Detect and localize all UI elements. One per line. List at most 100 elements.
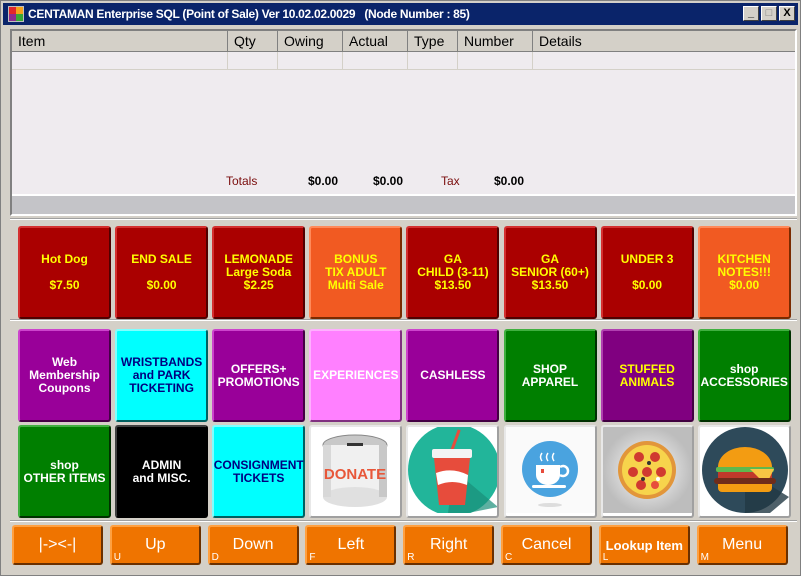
pos-window: CENTAMAN Enterprise SQL (Point of Sale) … xyxy=(0,0,801,576)
divider xyxy=(10,520,797,522)
button-label-line: APPAREL xyxy=(521,374,579,389)
lemonade-large-soda-2-25-button[interactable]: LEMONADE Large Soda $2.25 xyxy=(212,226,306,319)
button-label-line: $7.50 xyxy=(49,278,80,292)
button-label-line: and MISC. xyxy=(132,470,191,485)
button-label-line: ACCESSORIES xyxy=(700,374,788,389)
app-logo-icon xyxy=(8,6,24,22)
grid-header: Item Qty Owing Actual Type Number Detail… xyxy=(12,31,795,52)
lookup-item-button[interactable]: Lookup Item L xyxy=(598,525,690,565)
button-label-line: CASHLESS xyxy=(420,368,486,382)
button-label-line: $13.50 xyxy=(531,278,569,292)
nav-button-label: Cancel xyxy=(521,536,572,553)
hotkey-hint: R xyxy=(407,552,415,563)
divider xyxy=(10,218,797,220)
empty-grid-row[interactable] xyxy=(12,52,795,70)
column-header-details[interactable]: Details xyxy=(533,31,795,52)
hotkey-hint: D xyxy=(211,552,219,563)
totals-label: Totals xyxy=(226,174,258,188)
coffee-cup-icon xyxy=(505,427,595,516)
stuffed-animals-button[interactable]: STUFFED ANIMALS xyxy=(600,329,694,422)
button-label-line: EXPERIENCES xyxy=(313,368,399,382)
nav-button-label: Left xyxy=(337,536,365,553)
nav-button-label: Menu xyxy=(722,536,763,553)
pizza-button[interactable] xyxy=(600,425,694,518)
kitchen-notes-0-00-button[interactable]: KITCHEN NOTES!!! $0.00 xyxy=(697,226,791,319)
column-header-type[interactable]: Type xyxy=(408,31,458,52)
button-label-line: shop xyxy=(729,361,759,376)
nav-button-label: Down xyxy=(232,536,274,553)
close-button[interactable]: X xyxy=(779,6,795,21)
menu-button[interactable]: Menu M xyxy=(696,525,788,565)
window-title: CENTAMAN Enterprise SQL (Point of Sale) … xyxy=(28,7,470,21)
soda-cup-icon xyxy=(408,427,498,516)
button-label-line: CONSIGNMENT xyxy=(213,457,304,472)
button-label-line: ADMIN xyxy=(141,457,182,472)
coffee-cup-button[interactable] xyxy=(503,425,597,518)
button-label-line: Coupons xyxy=(38,381,91,395)
bonus-tix-adult-multi-sale-button[interactable]: BONUS TIX ADULT Multi Sale xyxy=(309,226,403,319)
button-label-line: $13.50 xyxy=(434,278,472,292)
hotkey-hint: U xyxy=(113,552,122,563)
left-button[interactable]: Left F xyxy=(305,525,397,565)
down-button[interactable]: Down D xyxy=(207,525,299,565)
donate-can-icon: DONATE xyxy=(311,427,400,516)
button-label-line: PROMOTIONS xyxy=(217,374,300,389)
column-header-actual[interactable]: Actual xyxy=(343,31,408,52)
button-label-line: Multi Sale xyxy=(327,278,384,292)
hotkey-hint: C xyxy=(505,552,513,563)
donate-can-button[interactable]: DONATE xyxy=(309,425,403,518)
tax-label: Tax xyxy=(441,174,460,188)
column-header-number[interactable]: Number xyxy=(458,31,533,52)
burger-button[interactable] xyxy=(697,425,791,518)
sale-items-grid[interactable]: Item Qty Owing Actual Type Number Detail… xyxy=(10,29,797,216)
button-label-line: $0.00 xyxy=(729,278,760,292)
svg-text:DONATE: DONATE xyxy=(324,466,386,483)
button-label-line: ANIMALS xyxy=(619,374,675,389)
button-label-line: $2.25 xyxy=(243,278,274,292)
wristbands-and-park-ticketing-button[interactable]: WRISTBANDS and PARK TICKETING xyxy=(115,329,209,422)
divider xyxy=(10,319,797,321)
offers-promotions-button[interactable]: OFFERS+ PROMOTIONS xyxy=(212,329,306,422)
button-label-line: $0.00 xyxy=(632,278,663,292)
tax-value: $0.00 xyxy=(494,174,525,188)
total-actual: $0.00 xyxy=(373,174,404,188)
consignment-tickets-button[interactable]: CONSIGNMENT TICKETS xyxy=(212,425,306,518)
grid-footer xyxy=(12,194,795,214)
pizza-icon xyxy=(602,427,692,516)
button-label-line: $0.00 xyxy=(146,278,177,292)
admin-and-misc-button[interactable]: ADMIN and MISC. xyxy=(115,425,209,518)
ga-senior-60-13-50-button[interactable]: GA SENIOR (60+) $13.50 xyxy=(503,226,597,319)
maximize-button[interactable]: □ xyxy=(761,6,777,21)
button-label-line: OTHER ITEMS xyxy=(23,470,106,485)
total-owing: $0.00 xyxy=(308,174,339,188)
totals-row: Totals $0.00 $0.00 Tax $0.00 xyxy=(12,174,795,192)
shop-accessories-button[interactable]: shop ACCESSORIES xyxy=(697,329,791,422)
hot-dog-7-50-button[interactable]: Hot Dog $7.50 xyxy=(18,226,111,319)
shop-apparel-button[interactable]: SHOP APPAREL xyxy=(503,329,597,422)
cashless-button[interactable]: CASHLESS xyxy=(406,329,500,422)
under-3-0-00-button[interactable]: UNDER 3 $0.00 xyxy=(600,226,694,319)
cancel-button[interactable]: Cancel C xyxy=(501,525,592,565)
collapse-button[interactable]: |-><-| xyxy=(12,525,103,565)
column-header-owing[interactable]: Owing xyxy=(278,31,343,52)
button-label-line: shop xyxy=(50,457,79,472)
up-button[interactable]: Up U xyxy=(109,525,201,565)
column-header-qty[interactable]: Qty xyxy=(228,31,278,52)
ga-child-3-11-13-50-button[interactable]: GA CHILD (3-11) $13.50 xyxy=(406,226,500,319)
end-sale-0-00-button[interactable]: END SALE $0.00 xyxy=(115,226,209,319)
title-bar[interactable]: CENTAMAN Enterprise SQL (Point of Sale) … xyxy=(3,3,798,25)
hotkey-hint: L xyxy=(602,552,609,563)
minimize-button[interactable]: _ xyxy=(743,6,759,21)
column-header-item[interactable]: Item xyxy=(12,31,228,52)
right-button[interactable]: Right R xyxy=(403,525,495,565)
soda-cup-button[interactable] xyxy=(406,425,500,518)
web-membership-coupons-button[interactable]: Web Membership Coupons xyxy=(18,329,111,422)
hotkey-hint: F xyxy=(309,552,316,563)
burger-icon xyxy=(700,427,789,516)
shop-other-items-button[interactable]: shop OTHER ITEMS xyxy=(18,425,111,518)
hotkey-hint: M xyxy=(700,552,709,563)
experiences-button[interactable]: EXPERIENCES xyxy=(309,329,403,422)
nav-button-label: |-><-| xyxy=(38,536,77,553)
button-label-line: TICKETS xyxy=(233,470,285,485)
button-label-line: TICKETING xyxy=(129,381,194,395)
